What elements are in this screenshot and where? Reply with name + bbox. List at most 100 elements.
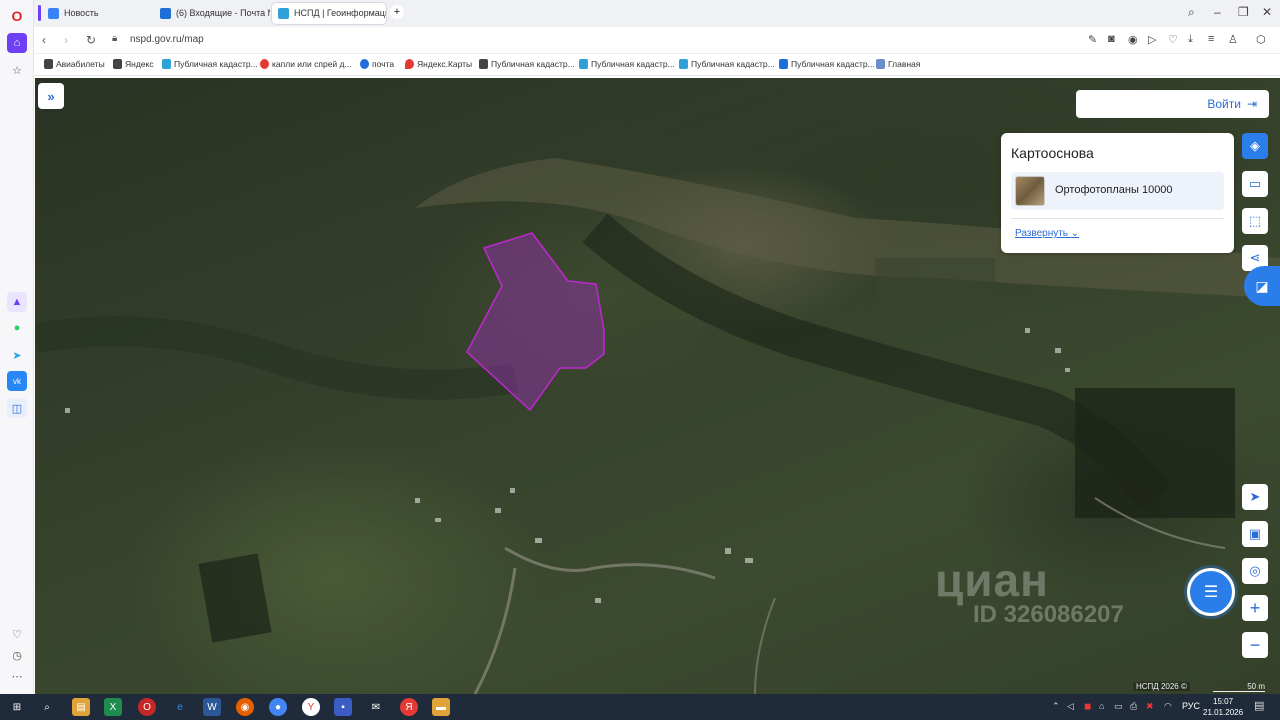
bookmarks-bar: Авиабилеты Яндекс Публичная кадастр... к… (34, 54, 1280, 76)
tab-label: НСПД | Геоинформаци (294, 8, 386, 18)
vpn-icon[interactable]: ◉ (1128, 33, 1138, 46)
extensions-icon[interactable]: ⬡ (1256, 33, 1266, 46)
telegram-icon[interactable]: ➤ (7, 345, 27, 365)
select-area-button[interactable]: ⬚ (1242, 208, 1268, 234)
camera-icon[interactable]: ◙ (1108, 33, 1115, 45)
bookmark-label: Публичная кадастр... (691, 59, 775, 69)
opera-icon[interactable]: O (138, 698, 156, 716)
bookmark-item[interactable]: почта (360, 59, 394, 69)
system-clock[interactable]: 15:07 21.01.2026 (1203, 696, 1243, 718)
search-tabs-icon[interactable]: ⌕ (1188, 5, 1195, 20)
forward-icon[interactable]: › (64, 33, 68, 47)
minimize-icon[interactable]: – (1214, 5, 1221, 19)
folder-icon[interactable]: ▬ (432, 698, 450, 716)
layer-thumbnail (1015, 176, 1045, 206)
bookmark-item[interactable]: Публичная кадастр... (162, 59, 258, 69)
expand-link[interactable]: Развернуть ⌄ (1015, 228, 1079, 239)
play-icon[interactable]: ▷ (1148, 33, 1156, 46)
search-icon[interactable]: ⌕ (38, 698, 56, 716)
edge-icon[interactable]: e (171, 698, 189, 716)
volume-icon[interactable]: ◁ (1067, 701, 1074, 712)
login-button[interactable]: Войти ⇥ (1076, 90, 1269, 118)
save-icon[interactable]: ▪ (334, 698, 352, 716)
yandex-browser-icon[interactable]: Y (302, 698, 320, 716)
share-icon: ⋖ (1249, 250, 1261, 265)
menu-icon[interactable]: ≡ (1208, 33, 1214, 45)
minimap-icon: ▣ (1248, 526, 1262, 541)
news-favicon-icon (48, 8, 59, 19)
tray-app-icon[interactable]: ◼ (1084, 701, 1091, 712)
basemap-layer-item[interactable]: Ортофотопланы 10000 (1011, 172, 1224, 210)
chrome-icon[interactable]: ● (269, 698, 287, 716)
mail-icon[interactable]: ✉ (367, 698, 385, 716)
bookmark-item[interactable]: капли или спрей д... (260, 59, 352, 69)
firefox-icon[interactable]: ◉ (236, 698, 254, 716)
close-window-icon[interactable]: ✕ (1262, 5, 1272, 19)
restore-icon[interactable]: ❐ (1238, 5, 1249, 19)
home-icon[interactable]: ⌂ (7, 33, 27, 53)
download-icon[interactable]: ⤓ (1188, 33, 1193, 46)
nspd-favicon-icon (679, 59, 688, 69)
login-arrow-icon: ⇥ (1246, 97, 1257, 111)
star-icon[interactable]: ☆ (7, 60, 27, 80)
notifications-icon[interactable]: ▤ (1254, 699, 1264, 712)
tab-nspd[interactable]: НСПД | Геоинформаци (272, 3, 386, 24)
battery-icon[interactable]: ▭ (1114, 701, 1123, 712)
geolocate-button[interactable]: ◎ (1242, 558, 1268, 584)
word-icon[interactable]: W (203, 698, 221, 716)
bookmark-item[interactable]: Главная (876, 59, 920, 69)
favorite-icon[interactable]: ♡ (1168, 33, 1178, 46)
bookmark-item[interactable]: Публичная кадастр... (779, 59, 875, 69)
heart-icon[interactable]: ♡ (7, 624, 27, 644)
layers-button[interactable]: ◈ (1242, 133, 1268, 159)
player-icon[interactable]: ◫ (7, 398, 27, 418)
aria-icon[interactable]: ▲ (7, 292, 27, 312)
bookmark-item[interactable]: Публичная кадастр... (579, 59, 675, 69)
bookmark-label: Публичная кадастр... (791, 59, 875, 69)
expand-label: Развернуть (1015, 228, 1069, 239)
new-tab-button[interactable]: + (390, 5, 404, 19)
panel-title: Картооснова (1011, 145, 1094, 161)
bookmark-label: почта (372, 59, 395, 69)
reload-icon[interactable]: ↻ (86, 33, 96, 47)
bookmark-item[interactable]: Публичная кадастр... (479, 59, 575, 69)
zoom-out-button[interactable]: − (1242, 632, 1268, 658)
minimap-button[interactable]: ▣ (1242, 521, 1268, 547)
url-field[interactable]: nspd.gov.ru/map (130, 34, 204, 45)
my-location-button[interactable]: ➤ (1242, 484, 1268, 510)
excel-icon[interactable]: X (104, 698, 122, 716)
chat-button[interactable]: ☰ (1187, 568, 1235, 616)
profile-icon[interactable]: ♙ (1228, 33, 1238, 46)
edit-icon[interactable]: ✎ (1088, 33, 1097, 46)
opera-logo-icon[interactable]: O (7, 6, 27, 26)
tab-mail[interactable]: (6) Входящие - Почта Ма (154, 3, 270, 24)
yandex-icon[interactable]: Я (400, 698, 418, 716)
bookmark-item[interactable]: Яндекс.Карты (405, 59, 472, 69)
measure-button[interactable]: ▭ (1242, 171, 1268, 197)
bookmark-item[interactable]: Яндекс (113, 59, 154, 69)
map-canvas[interactable]: циан ID 326086207 » Войти ⇥ Картооснова … (35, 78, 1280, 694)
history-icon[interactable]: ◷ (7, 645, 27, 665)
language-indicator[interactable]: РУС (1182, 701, 1200, 711)
back-icon[interactable]: ‹ (42, 33, 46, 47)
windows-start-icon[interactable]: ⊞ (8, 698, 26, 716)
network-icon[interactable]: ⌂ (1099, 701, 1104, 711)
clock-time: 15:07 (1213, 697, 1234, 706)
tab-news[interactable]: Новость (42, 3, 154, 24)
layer-name: Ортофотопланы 10000 (1055, 184, 1173, 196)
explorer-icon[interactable]: ▤ (72, 698, 90, 716)
plus-icon: + (1249, 597, 1261, 618)
promo-tab-button[interactable]: ◪ (1244, 266, 1280, 306)
tray-alert-icon[interactable]: ✖ (1146, 701, 1154, 712)
bookmark-item[interactable]: Публичная кадастр... (679, 59, 775, 69)
whatsapp-icon[interactable]: ● (7, 318, 27, 338)
shield-favicon-icon (779, 59, 788, 69)
printer-icon[interactable]: ⎙ (1130, 701, 1137, 712)
wifi-icon[interactable]: ◠ (1164, 701, 1172, 712)
more-icon[interactable]: ⋯ (7, 666, 27, 686)
vk-icon[interactable]: vk (7, 371, 27, 391)
bookmark-item[interactable]: Авиабилеты (44, 59, 105, 69)
tray-chevron-icon[interactable]: ⌃ (1052, 701, 1060, 712)
zoom-in-button[interactable]: + (1242, 595, 1268, 621)
expand-sidebar-button[interactable]: » (38, 83, 64, 109)
